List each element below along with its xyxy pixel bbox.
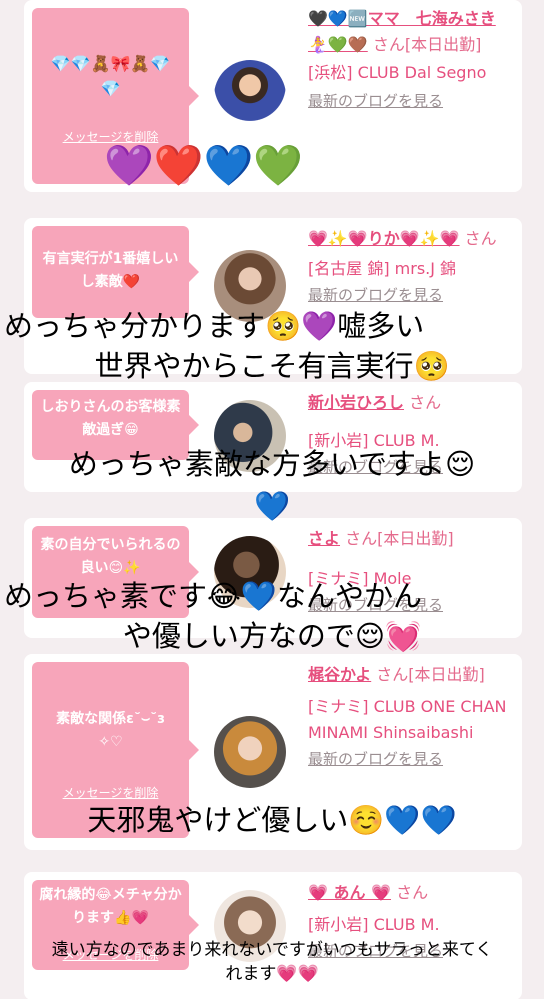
- cast-name-link[interactable]: 梶谷かよ: [308, 665, 371, 684]
- shop-name: [新小岩] CLUB M.: [308, 915, 440, 934]
- overlay-caption: めっちゃ素です😂💙なんやかん: [4, 579, 422, 613]
- honorific: さん: [409, 393, 442, 412]
- avatar[interactable]: [214, 716, 286, 788]
- blog-link[interactable]: 最新のブログを見る: [308, 746, 508, 772]
- overlay-caption: や優しい方なので😌💓: [122, 619, 422, 653]
- shop-name: [名古屋 錦] mrs.J 錦: [308, 259, 457, 278]
- cast-name-link[interactable]: 💗✨💗りか💗✨💗: [308, 229, 460, 248]
- overlay-caption: 世界やからこそ有言実行🥺: [94, 349, 450, 383]
- overlay-caption: れます💗💗: [225, 964, 319, 984]
- cast-name-link[interactable]: 新小岩ひろし: [308, 393, 404, 412]
- message-bubble: 有言実行が1番嬉しいし素敵❤️: [32, 226, 199, 318]
- overlay-caption: めっちゃ素敵な方多いですよ😌: [68, 447, 476, 481]
- overlay-caption: 天邪鬼やけど優しい☺️💙💙: [87, 803, 457, 837]
- message-text: 有言実行が1番嬉しいし素敵❤️: [42, 251, 179, 290]
- overlay-hearts: 💜❤️💙💚: [104, 143, 304, 189]
- overlay-caption: めっちゃ分かります🥺💜嘘多い: [4, 309, 425, 343]
- honorific: さん: [464, 229, 497, 248]
- cast-name-link[interactable]: 💗 あん 💗: [308, 883, 391, 902]
- blog-link[interactable]: 最新のブログを見る: [308, 282, 508, 308]
- blog-link[interactable]: 最新のブログを見る: [308, 88, 508, 114]
- message-text: 腐れ縁的😂メチャ分かります👍💗: [39, 887, 182, 926]
- shop-name: [ミナミ] CLUB ONE CHAN MINAMI Shinsaibashi: [308, 697, 507, 742]
- cast-info: 梶谷かよ さん[本日出勤] [ミナミ] CLUB ONE CHAN MINAMI…: [308, 662, 508, 772]
- honorific: さん[本日出勤]: [376, 665, 485, 684]
- cast-info: 🖤💙🆕ママ 七海みさき🧜‍♀️💚🤎 さん[本日出勤] [浜松] CLUB Dal…: [308, 6, 508, 114]
- cast-info: 💗✨💗りか💗✨💗 さん [名古屋 錦] mrs.J 錦 最新のブログを見る: [308, 226, 508, 308]
- avatar[interactable]: [214, 60, 286, 132]
- message-text: 素の自分でいられるの良い😊✨: [40, 537, 181, 576]
- overlay-caption: 💙: [253, 489, 291, 523]
- cast-name-link[interactable]: さよ: [308, 529, 340, 548]
- honorific: さん[本日出勤]: [372, 35, 482, 54]
- overlay-caption: 遠い方なのであまり来れないですがいつもサラっと来てく: [51, 940, 493, 960]
- honorific: さん[本日出勤]: [345, 529, 454, 548]
- honorific: さん: [396, 883, 429, 902]
- message-text: 💎💎🧸🎀🧸💎 💎: [50, 54, 171, 98]
- message-text: 素敵な関係ɛ˘⌣˘ɜ ✧♡: [56, 711, 165, 750]
- message-text: しおりさんのお客様素敵過ぎ😁: [40, 399, 181, 438]
- shop-name: [浜松] CLUB Dal Segno: [308, 63, 487, 82]
